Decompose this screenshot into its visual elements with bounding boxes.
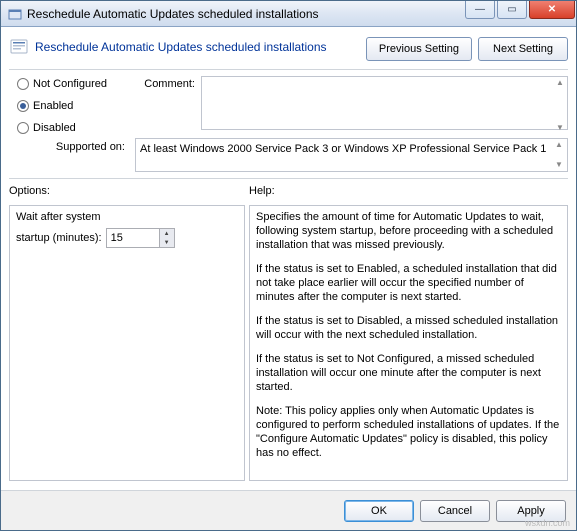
state-radio-group: Not Configured Enabled Disabled	[9, 76, 129, 134]
help-panel-label: Help:	[249, 185, 568, 201]
option-line-1: Wait after system	[16, 210, 238, 224]
header-left: Reschedule Automatic Updates scheduled i…	[9, 37, 360, 57]
scroll-up-icon[interactable]: ▲	[552, 140, 566, 150]
option-row: startup (minutes): ▲ ▼	[16, 228, 238, 248]
supported-row: Supported on: At least Windows 2000 Serv…	[1, 134, 576, 178]
dialog-footer: OK Cancel Apply	[1, 490, 576, 530]
scroll-down-icon[interactable]: ▼	[553, 122, 567, 132]
window-controls: — ▭ ✕	[464, 1, 576, 26]
panels: Wait after system startup (minutes): ▲ ▼…	[1, 201, 576, 481]
watermark: wsxdn.com	[525, 518, 570, 528]
app-icon	[7, 6, 23, 22]
dialog-title: Reschedule Automatic Updates scheduled i…	[35, 40, 327, 54]
comment-row: Comment: ▲ ▼	[129, 76, 568, 133]
panels-separator	[9, 178, 568, 179]
radio-label: Disabled	[33, 122, 76, 134]
close-button[interactable]: ✕	[529, 1, 575, 19]
title-bar: Reschedule Automatic Updates scheduled i…	[1, 1, 576, 27]
help-paragraph: Specifies the amount of time for Automat…	[256, 210, 561, 252]
spin-down-button[interactable]: ▼	[160, 238, 174, 247]
previous-setting-button[interactable]: Previous Setting	[366, 37, 472, 61]
minimize-button[interactable]: —	[465, 1, 495, 19]
comment-scrollbar[interactable]: ▲ ▼	[553, 77, 567, 132]
comment-label: Comment:	[129, 76, 195, 133]
scroll-down-icon[interactable]: ▼	[552, 160, 566, 170]
radio-label: Not Configured	[33, 78, 107, 90]
policy-icon	[9, 37, 29, 57]
comment-column: Comment: ▲ ▼	[129, 76, 568, 134]
comment-wrap: ▲ ▼	[201, 76, 568, 133]
help-panel: Specifies the amount of time for Automat…	[249, 205, 568, 481]
options-panel-label: Options:	[9, 185, 245, 201]
supported-on-value: At least Windows 2000 Service Pack 3 or …	[140, 143, 546, 155]
supported-on-label: Supported on:	[9, 138, 129, 172]
spinner-buttons: ▲ ▼	[159, 229, 174, 247]
radio-not-configured[interactable]: Not Configured	[17, 78, 129, 90]
radio-button-icon	[17, 100, 29, 112]
next-setting-button[interactable]: Next Setting	[478, 37, 568, 61]
maximize-button[interactable]: ▭	[497, 1, 527, 19]
radio-disabled[interactable]: Disabled	[17, 122, 129, 134]
radio-button-icon	[17, 78, 29, 90]
radio-enabled[interactable]: Enabled	[17, 100, 129, 112]
supported-on-text: At least Windows 2000 Service Pack 3 or …	[135, 138, 568, 172]
radio-label: Enabled	[33, 100, 73, 112]
window-title: Reschedule Automatic Updates scheduled i…	[27, 7, 464, 21]
help-paragraph: If the status is set to Enabled, a sched…	[256, 262, 561, 304]
startup-minutes-spinner[interactable]: ▲ ▼	[106, 228, 175, 248]
supported-scrollbar[interactable]: ▲ ▼	[552, 140, 566, 170]
option-line-2: startup (minutes):	[16, 231, 102, 245]
help-paragraph: If the status is set to Disabled, a miss…	[256, 314, 561, 342]
help-paragraph: If the status is set to Not Configured, …	[256, 352, 561, 394]
ok-button[interactable]: OK	[344, 500, 414, 522]
scroll-up-icon[interactable]: ▲	[553, 77, 567, 87]
dialog-header: Reschedule Automatic Updates scheduled i…	[1, 27, 576, 61]
config-area: Not Configured Enabled Disabled Comment:…	[1, 70, 576, 134]
comment-textarea[interactable]	[201, 76, 568, 130]
panel-labels: Options: Help:	[1, 185, 576, 201]
help-paragraph: Note: This policy applies only when Auto…	[256, 404, 561, 460]
cancel-button[interactable]: Cancel	[420, 500, 490, 522]
options-panel: Wait after system startup (minutes): ▲ ▼	[9, 205, 245, 481]
radio-button-icon	[17, 122, 29, 134]
startup-minutes-input[interactable]	[107, 229, 159, 247]
